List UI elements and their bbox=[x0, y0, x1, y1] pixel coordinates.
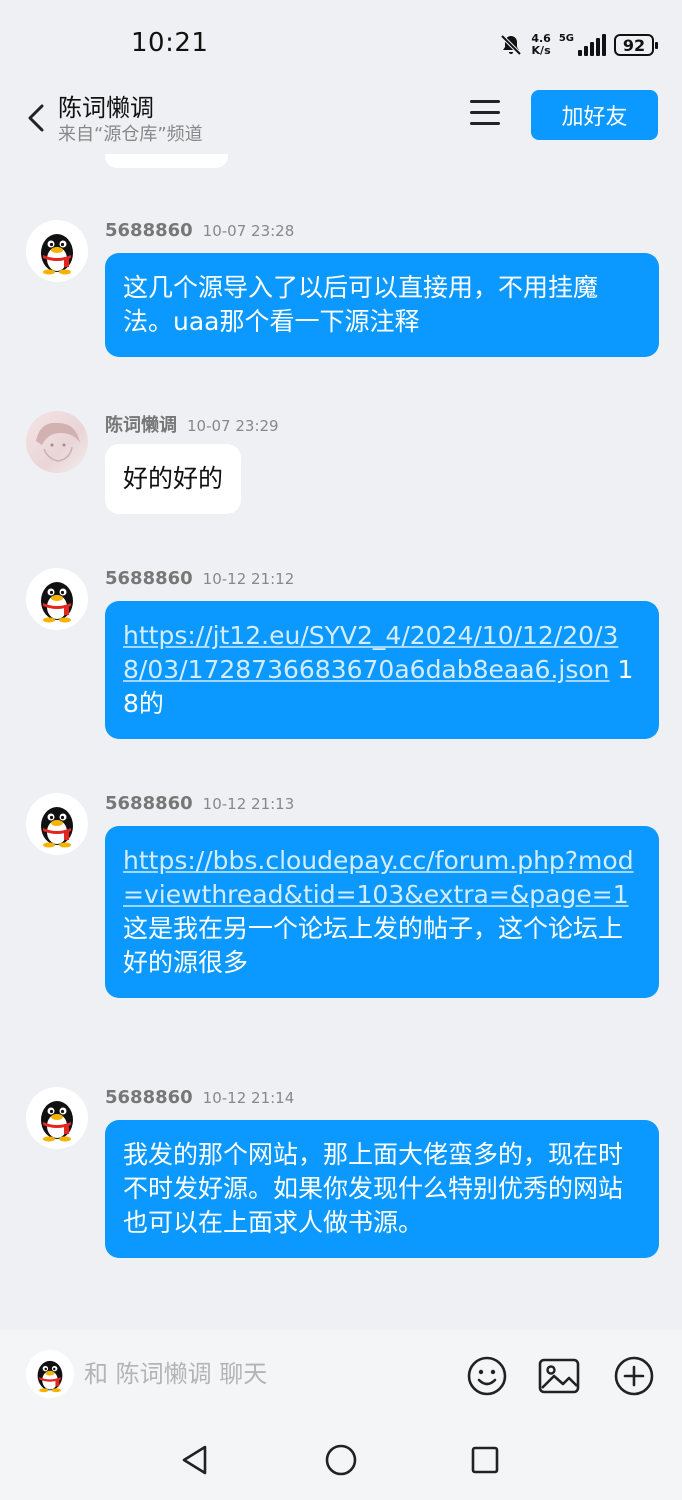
circle-home-icon bbox=[325, 1444, 357, 1476]
add-friend-button[interactable]: 加好友 bbox=[531, 90, 658, 140]
net-speed: 4.6 K/s bbox=[531, 32, 551, 57]
image-icon bbox=[538, 1358, 580, 1394]
sender-name: 5688860 bbox=[105, 568, 193, 589]
qq-penguin-icon bbox=[41, 582, 73, 623]
menu-icon bbox=[470, 100, 500, 103]
message-link[interactable]: https://bbs.cloudepay.cc/forum.php?mod=v… bbox=[123, 846, 634, 909]
bell-muted-icon bbox=[500, 34, 522, 56]
image-button[interactable] bbox=[537, 1354, 581, 1398]
status-bar: 10:21 4.6 K/s 5G 92 bbox=[0, 0, 682, 86]
sender-name: 5688860 bbox=[105, 793, 193, 814]
message-time: 10-07 23:29 bbox=[187, 417, 279, 435]
chat-header: 陈词懒调 来自“源仓库”频道 加好友 bbox=[0, 86, 682, 154]
sender-name: 5688860 bbox=[105, 220, 193, 241]
chat-subtitle: 来自“源仓库”频道 bbox=[58, 124, 203, 145]
anime-avatar-icon bbox=[36, 422, 80, 462]
qq-penguin-icon bbox=[41, 807, 73, 848]
avatar[interactable] bbox=[26, 1087, 88, 1149]
message-bubble[interactable]: https://jt12.eu/SYV2_4/2024/10/12/20/38/… bbox=[105, 601, 659, 739]
message-time: 10-07 23:28 bbox=[202, 222, 295, 240]
chat-input-bar bbox=[0, 1330, 682, 1420]
nav-recents-button[interactable] bbox=[467, 1442, 503, 1478]
message-list[interactable]: 5688860 10-07 23:28 这几个源导入了以后可以直接用，不用挂魔法… bbox=[0, 154, 682, 1330]
message-time: 10-12 21:14 bbox=[202, 1089, 295, 1107]
message-bubble[interactable]: 我发的那个网站，那上面大佬蛮多的，现在时不时发好源。如果你发现什么特别优秀的网站… bbox=[105, 1120, 659, 1258]
nav-back-button[interactable] bbox=[177, 1442, 213, 1478]
chat-title: 陈词懒调 bbox=[58, 94, 154, 122]
chat-input[interactable] bbox=[84, 1352, 444, 1396]
avatar[interactable] bbox=[26, 220, 88, 282]
self-avatar[interactable] bbox=[26, 1350, 74, 1398]
nav-home-button[interactable] bbox=[323, 1442, 359, 1478]
emoji-button[interactable] bbox=[465, 1354, 509, 1398]
triangle-back-icon bbox=[182, 1445, 207, 1475]
message-bubble[interactable]: 好的好的 bbox=[105, 444, 242, 514]
sender-name: 5688860 bbox=[105, 1087, 193, 1108]
message-time: 10-12 21:13 bbox=[202, 795, 295, 813]
message-link[interactable]: https://jt12.eu/SYV2_4/2024/10/12/20/38/… bbox=[123, 621, 618, 684]
chevron-left-icon bbox=[28, 104, 44, 132]
avatar[interactable] bbox=[26, 411, 88, 473]
message-bubble-partial bbox=[105, 154, 228, 168]
message-bubble[interactable]: https://bbs.cloudepay.cc/forum.php?mod=v… bbox=[105, 826, 659, 998]
status-icons: 4.6 K/s 5G 92 bbox=[499, 30, 658, 60]
message-time: 10-12 21:12 bbox=[202, 570, 295, 588]
battery-icon: 92 bbox=[614, 34, 658, 56]
qq-penguin-icon bbox=[41, 234, 73, 275]
square-recents-icon bbox=[471, 1446, 499, 1474]
avatar[interactable] bbox=[26, 568, 88, 630]
qq-penguin-icon bbox=[41, 1101, 73, 1142]
qq-penguin-icon bbox=[37, 1360, 63, 1393]
system-nav-bar bbox=[0, 1420, 682, 1500]
more-button[interactable] bbox=[612, 1354, 656, 1398]
plus-circle-icon bbox=[614, 1356, 654, 1396]
avatar[interactable] bbox=[26, 793, 88, 855]
back-button[interactable] bbox=[22, 98, 54, 138]
sender-name: 陈词懒调 bbox=[105, 415, 177, 436]
signal-icon: 5G bbox=[559, 34, 606, 56]
message-bubble[interactable]: 这几个源导入了以后可以直接用，不用挂魔法。uaa那个看一下源注释 bbox=[105, 253, 659, 357]
status-time: 10:21 bbox=[131, 28, 209, 58]
emoji-icon bbox=[467, 1356, 507, 1396]
menu-button[interactable] bbox=[470, 100, 506, 130]
